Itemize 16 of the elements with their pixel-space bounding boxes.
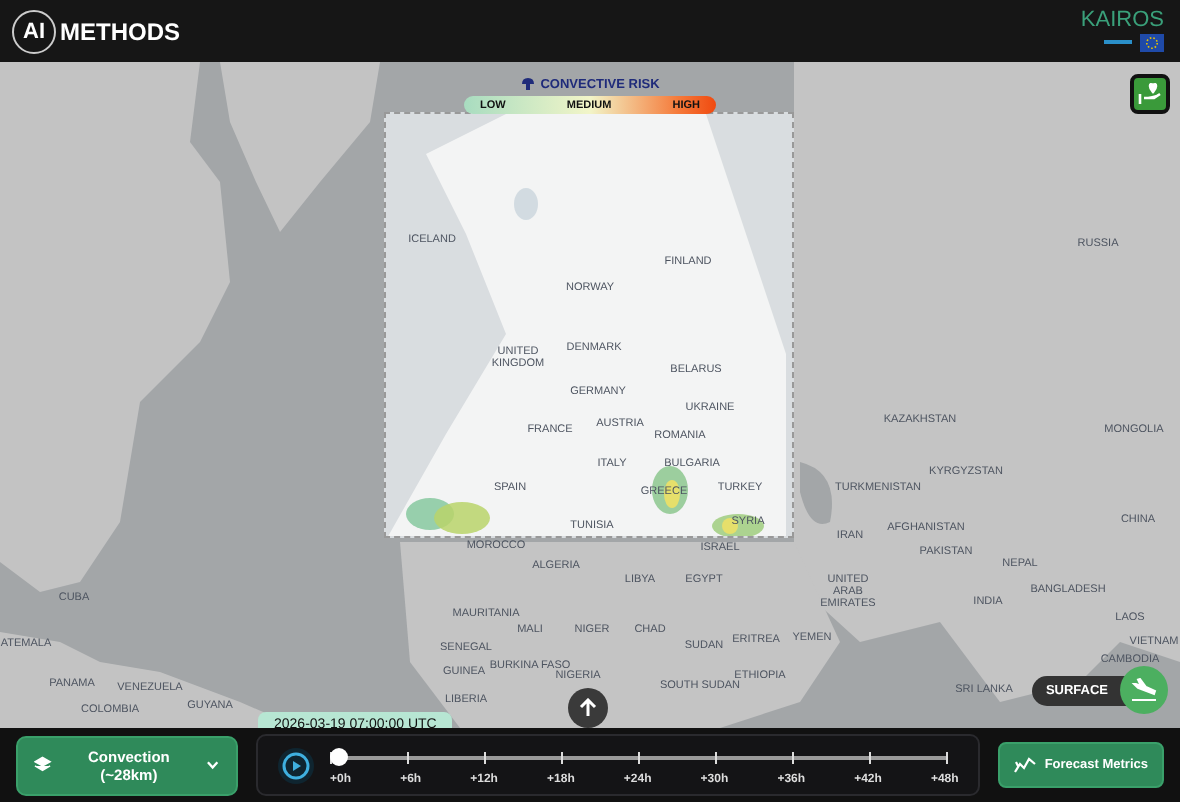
trend-chart-icon <box>1014 756 1037 774</box>
partner-emblem-icon <box>1104 34 1164 52</box>
partner-logo-text: KAIROS <box>1080 10 1164 32</box>
play-button[interactable] <box>278 747 314 783</box>
shelter-hand-button[interactable] <box>1130 74 1170 114</box>
play-icon <box>282 751 310 779</box>
logo-badge: AI <box>12 9 56 53</box>
storm-cloud-icon <box>520 76 537 92</box>
layers-icon <box>34 756 52 774</box>
surface-toggle-button[interactable] <box>1120 666 1168 714</box>
airplane-icon <box>1130 678 1158 702</box>
timeline-handle[interactable] <box>330 748 348 766</box>
chevron-down-icon <box>206 760 220 770</box>
logo-text: METHODS <box>60 17 180 45</box>
heart-hand-icon <box>1138 82 1162 106</box>
arrow-up-icon <box>578 698 598 718</box>
